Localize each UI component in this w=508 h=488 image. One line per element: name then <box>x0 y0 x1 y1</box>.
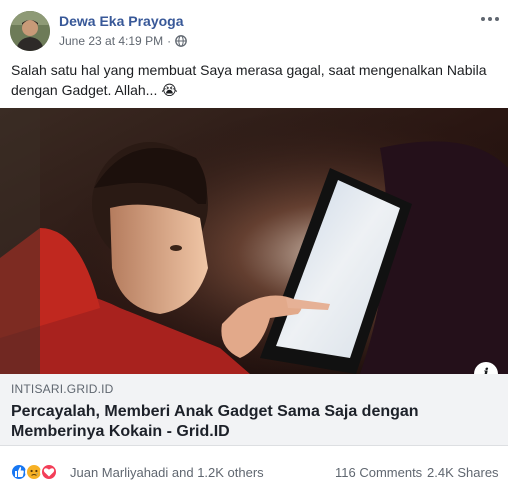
facebook-post: Dewa Eka Prayoga June 23 at 4:19 PM · Sa… <box>0 0 508 488</box>
link-preview-image[interactable] <box>0 108 508 374</box>
link-preview-caption[interactable]: INTISARI.GRID.ID Percayalah, Memberi Ana… <box>0 374 508 446</box>
globe-icon[interactable] <box>175 35 187 47</box>
post-text: Salah satu hal yang membuat Saya merasa … <box>11 62 487 98</box>
post-header: Dewa Eka Prayoga June 23 at 4:19 PM · <box>0 0 508 58</box>
love-icon <box>40 463 58 481</box>
link-domain: INTISARI.GRID.ID <box>11 382 114 396</box>
post-meta: June 23 at 4:19 PM · <box>59 34 187 48</box>
comments-count[interactable]: 116 Comments <box>335 465 422 480</box>
reactors-text[interactable]: Juan Marliyahadi and 1.2K others <box>70 465 264 480</box>
link-title[interactable]: Percayalah, Memberi Anak Gadget Sama Saj… <box>11 402 481 442</box>
shares-count[interactable]: 2.4K Shares <box>427 465 499 480</box>
post-stats: Juan Marliyahadi and 1.2K others 116 Com… <box>0 452 508 488</box>
author-avatar[interactable] <box>10 11 50 51</box>
author-name[interactable]: Dewa Eka Prayoga <box>59 13 184 29</box>
meta-separator: · <box>167 34 172 48</box>
more-options-icon[interactable] <box>478 9 502 29</box>
reaction-icons[interactable] <box>10 463 58 481</box>
post-timestamp[interactable]: June 23 at 4:19 PM <box>59 34 163 48</box>
